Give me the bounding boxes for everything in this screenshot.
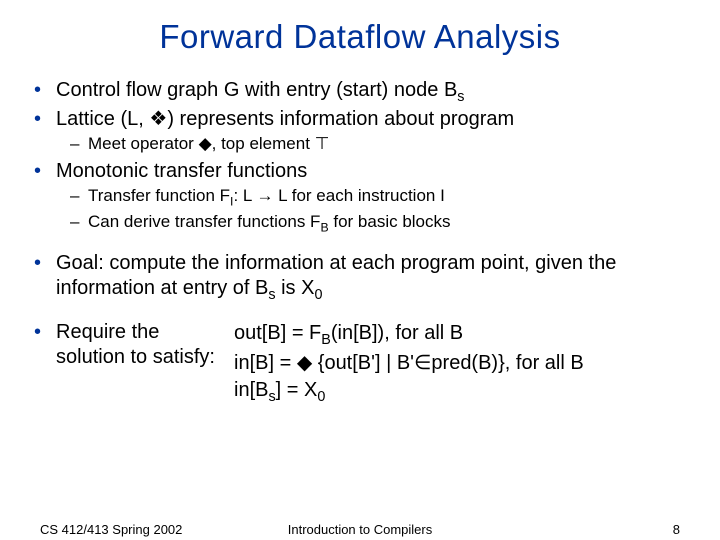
left-column: •Require the solution to satisfy: xyxy=(34,320,230,408)
equation-line: in[Bs] = X0 xyxy=(234,377,692,407)
meet-symbol-icon: ◆ xyxy=(199,134,212,153)
slide-content: •Control flow graph G with entry (start)… xyxy=(28,78,692,407)
subscript: B xyxy=(320,220,328,234)
text: : L xyxy=(233,186,256,205)
subscript: 0 xyxy=(314,287,322,303)
subscript: 0 xyxy=(317,389,325,405)
bullet-icon: • xyxy=(34,78,56,103)
bullet-item: •Lattice (L, ❖) represents information a… xyxy=(34,107,692,132)
bullet-icon: • xyxy=(34,159,56,184)
text: L for each instruction I xyxy=(273,186,444,205)
right-column: out[B] = FB(in[B]), for all B in[B] = ◆ … xyxy=(230,320,692,408)
slide-title: Forward Dataflow Analysis xyxy=(28,18,692,56)
equation-line: out[B] = FB(in[B]), for all B xyxy=(234,320,692,350)
subscript: s xyxy=(268,287,275,303)
text: out[B] = F xyxy=(234,322,321,344)
text: in[B] = xyxy=(234,352,297,374)
text: Transfer function F xyxy=(88,186,230,205)
text: Require the solution to satisfy: xyxy=(56,321,215,368)
text: Control flow graph G with entry (start) … xyxy=(56,79,457,101)
text: {out[B'] | B' xyxy=(312,352,414,374)
arrow-icon: → xyxy=(256,186,273,205)
two-column-row: •Require the solution to satisfy: out[B]… xyxy=(34,320,692,408)
bullet-item: •Control flow graph G with entry (start)… xyxy=(34,78,692,106)
subscript: s xyxy=(268,389,275,405)
text: Can derive transfer functions F xyxy=(88,212,320,231)
text: ) represents information about program xyxy=(167,108,514,130)
bullet-icon: • xyxy=(34,251,56,276)
dash-icon: – xyxy=(70,133,88,154)
top-symbol-icon: ⊤ xyxy=(315,134,330,153)
sub-bullet-item: –Can derive transfer functions FB for ba… xyxy=(34,211,692,236)
text: , top element xyxy=(212,134,315,153)
meet-symbol-icon: ◆ xyxy=(297,352,312,374)
text: is X xyxy=(276,277,315,299)
subscript: s xyxy=(457,89,464,105)
text: pred(B)}, for all B xyxy=(431,352,583,374)
subscript: B xyxy=(321,332,331,348)
dash-icon: – xyxy=(70,185,88,206)
bullet-item: •Require the solution to satisfy: xyxy=(34,320,230,370)
text: Monotonic transfer functions xyxy=(56,160,307,182)
bullet-icon: • xyxy=(34,107,56,132)
text: Meet operator xyxy=(88,134,199,153)
element-of-icon: ∈ xyxy=(414,352,431,374)
footer-page-number: 8 xyxy=(673,522,680,537)
text: ] = X xyxy=(276,379,318,401)
bullet-icon: • xyxy=(34,320,56,345)
text: Goal: compute the information at each pr… xyxy=(56,252,616,299)
dash-icon: – xyxy=(70,211,88,232)
equation-line: in[B] = ◆ {out[B'] | B'∈pred(B)}, for al… xyxy=(234,350,692,377)
footer-center: Introduction to Compilers xyxy=(0,522,720,537)
sub-bullet-item: –Transfer function FI: L → L for each in… xyxy=(34,185,692,210)
text: for basic blocks xyxy=(329,212,451,231)
lattice-symbol-icon: ❖ xyxy=(149,108,167,130)
text: in[B xyxy=(234,379,268,401)
sub-bullet-item: –Meet operator ◆, top element ⊤ xyxy=(34,133,692,154)
text: (in[B]), for all B xyxy=(331,322,463,344)
bullet-item: •Goal: compute the information at each p… xyxy=(34,251,692,304)
bullet-item: •Monotonic transfer functions xyxy=(34,159,692,184)
text: Lattice (L, xyxy=(56,108,149,130)
slide: Forward Dataflow Analysis •Control flow … xyxy=(0,0,720,540)
